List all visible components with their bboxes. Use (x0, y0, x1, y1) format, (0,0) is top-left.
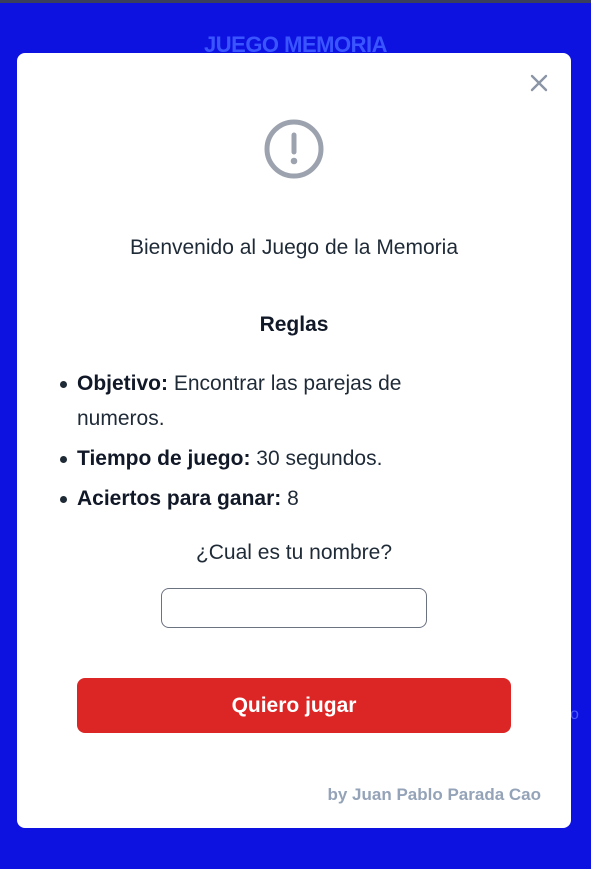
background-partial-text: o (570, 706, 579, 723)
rule-text: 30 segundos. (250, 447, 383, 470)
close-button[interactable] (527, 71, 551, 95)
window-top-border (0, 0, 591, 3)
rule-item: Tiempo de juego: 30 segundos. (60, 441, 477, 476)
rule-text: 8 (281, 487, 299, 510)
name-input[interactable] (161, 588, 427, 628)
play-button[interactable]: Quiero jugar (77, 678, 511, 733)
rule-label: Tiempo de juego: (77, 447, 251, 470)
rules-list: Objetivo: Encontrar las parejas de numer… (60, 366, 477, 521)
exclamation-circle-icon (264, 119, 324, 179)
author-credit: by Juan Pablo Parada Cao (327, 785, 541, 804)
name-question: ¿Cual es tu nombre? (195, 541, 393, 564)
rule-label: Aciertos para ganar: (77, 487, 282, 510)
rules-title: Reglas (259, 313, 329, 336)
welcome-message: Bienvenido al Juego de la Memoria (129, 236, 459, 259)
close-icon (530, 74, 548, 92)
rule-item: Aciertos para ganar: 8 (60, 481, 477, 516)
welcome-modal: Bienvenido al Juego de la Memoria Reglas… (17, 53, 571, 828)
rule-item: Objetivo: Encontrar las parejas de numer… (60, 366, 477, 436)
rule-label: Objetivo: (77, 372, 169, 395)
